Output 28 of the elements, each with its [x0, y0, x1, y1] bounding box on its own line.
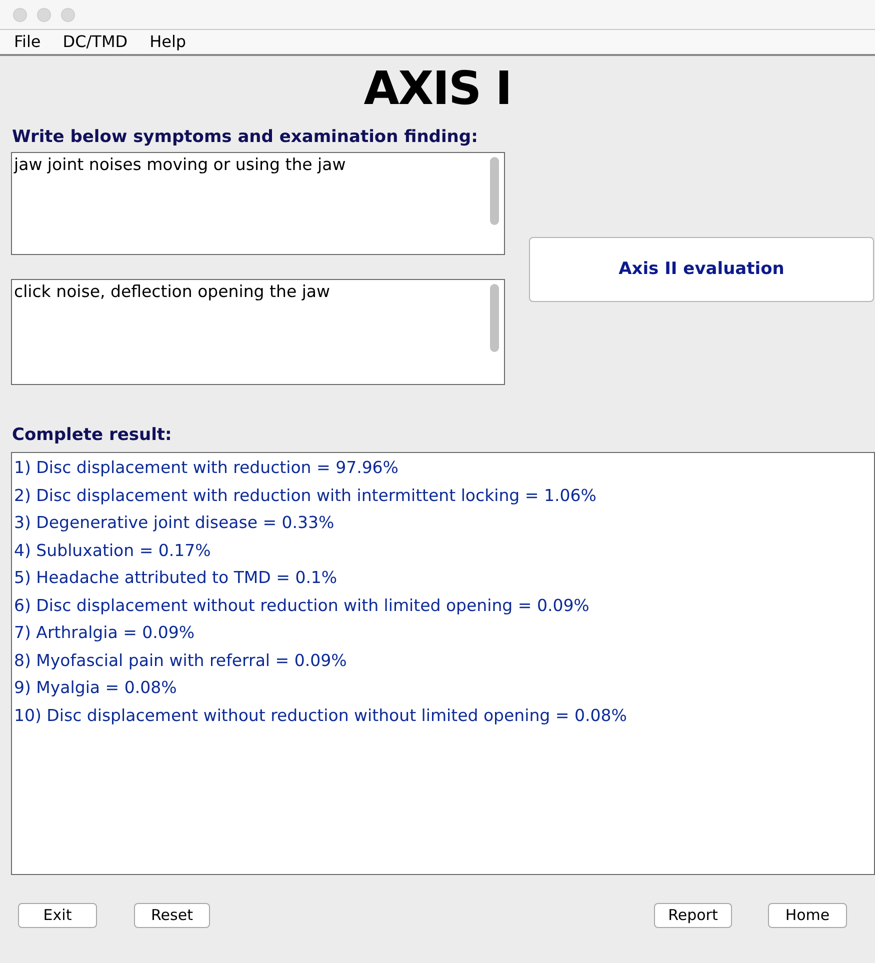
- scrollbar-thumb[interactable]: [490, 157, 499, 225]
- action-button[interactable]: Exit: [18, 903, 97, 928]
- action-button[interactable]: Report: [654, 903, 732, 928]
- result-line: 2) Disc displacement with reduction with intermittent locking = 1.06%: [14, 484, 596, 506]
- result-line: 3) Degenerative joint disease = 0.33%: [14, 512, 334, 534]
- action-button[interactable]: Home: [768, 903, 847, 928]
- result-line: 5) Headache attributed to TMD = 0.1%: [14, 567, 338, 589]
- section-label: Write below symptoms and examination finding:: [12, 126, 478, 149]
- result-line: 9) Myalgia = 0.08%: [14, 677, 177, 699]
- window-control-icon[interactable]: [61, 8, 75, 22]
- menu-item[interactable]: Help: [150, 30, 186, 54]
- window-control-icon[interactable]: [13, 8, 27, 22]
- section-label: Complete result:: [12, 424, 172, 447]
- scrollbar-thumb[interactable]: [490, 284, 499, 352]
- window-control-icon[interactable]: [37, 8, 51, 22]
- menu-item[interactable]: File: [14, 30, 41, 54]
- axis-ii-evaluation-button[interactable]: Axis II evaluation: [529, 237, 874, 302]
- action-button[interactable]: Reset: [134, 903, 210, 928]
- result-line: 4) Subluxation = 0.17%: [14, 540, 211, 562]
- menu-item[interactable]: DC/TMD: [62, 30, 128, 54]
- result-line: 1) Disc displacement with reduction = 97.96%: [14, 457, 398, 479]
- result-line: 7) Arthralgia = 0.09%: [14, 622, 195, 644]
- symptoms-field[interactable]: jaw joint noises moving or using the jaw: [11, 152, 505, 255]
- page-title: AXIS I: [362, 61, 512, 115]
- result-line: 10) Disc displacement without reduction without limited opening = 0.08%: [14, 704, 627, 726]
- result-line: 8) Myofascial pain with referral = 0.09%: [14, 650, 347, 672]
- result-line: 6) Disc displacement without reduction with limited opening = 0.09%: [14, 594, 590, 616]
- findings-field[interactable]: click noise, deflection opening the jaw: [11, 279, 505, 385]
